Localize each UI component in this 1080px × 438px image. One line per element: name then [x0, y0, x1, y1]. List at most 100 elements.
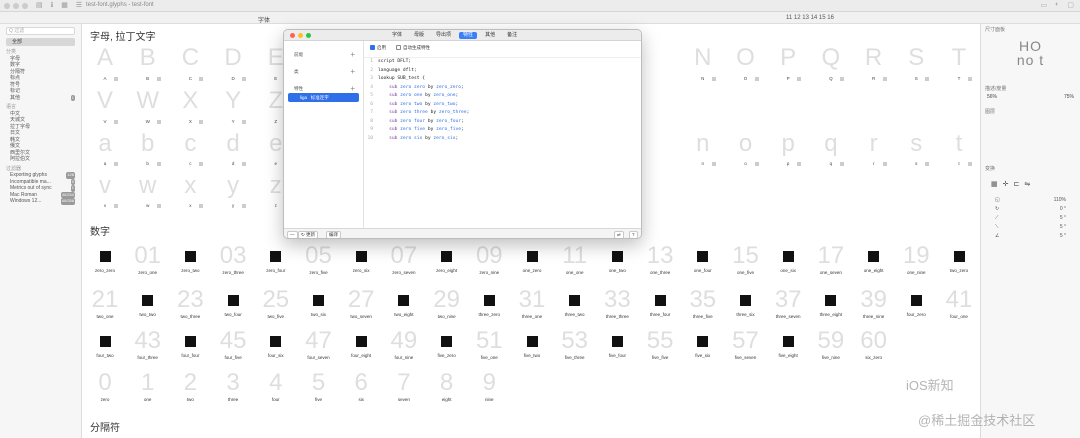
glyph-cell[interactable]: 33 three_three — [596, 286, 638, 328]
glyph-cell[interactable]: 59 five_nine — [810, 327, 852, 369]
glyph-cell[interactable]: 1 one — [127, 369, 169, 411]
grid-view-icon[interactable]: ▦ — [61, 1, 68, 9]
traffic-lights[interactable] — [4, 3, 28, 9]
glyph-cell[interactable]: three_four — [639, 286, 681, 328]
add-icon[interactable]: + — [350, 85, 355, 93]
glyph-cell[interactable]: 19 one_nine — [895, 242, 937, 284]
sidebar-item-all[interactable]: 全部 — [6, 38, 75, 46]
angle-icon[interactable]: ∠ — [995, 232, 999, 241]
glyph-cell[interactable]: 11 one_one — [554, 242, 596, 284]
glyph-cell[interactable]: V — [84, 87, 126, 115]
search-input[interactable]: Q 过滤 — [6, 27, 75, 35]
glyph-cell[interactable]: t — [938, 130, 980, 158]
glyph-cell[interactable]: 17 one_seven — [810, 242, 852, 284]
glyph-cell[interactable]: a — [84, 130, 126, 158]
glyph-cell[interactable]: zero_six — [340, 242, 382, 284]
glyph-cell[interactable]: two_zero — [938, 242, 980, 284]
skew-value[interactable]: 5 ° — [1060, 223, 1066, 232]
glyph-cell[interactable]: four_four — [169, 327, 211, 369]
glyph-cell[interactable]: T — [938, 44, 980, 72]
checkbox-icon[interactable] — [396, 45, 401, 51]
glyph-cell[interactable]: 3 three — [212, 369, 254, 411]
glyph-cell[interactable]: five_four — [596, 327, 638, 369]
glyph-cell[interactable]: 01 zero_one — [127, 242, 169, 284]
glyph-cell[interactable]: D — [212, 44, 254, 72]
angle-value[interactable]: 5 ° — [1060, 232, 1066, 241]
minimize-icon[interactable] — [13, 3, 19, 9]
glyph-cell[interactable]: S — [895, 44, 937, 72]
glyph-cell[interactable]: 37 three_seven — [767, 286, 809, 328]
glyph-cell[interactable]: 5 five — [298, 369, 340, 411]
sidebar-toggle-icon[interactable]: ▤ — [36, 1, 43, 9]
remove-button[interactable]: — — [287, 231, 298, 238]
tab-3[interactable]: 特性 — [459, 32, 478, 39]
glyph-cell[interactable]: Y — [212, 87, 254, 115]
glyph-cell[interactable]: X — [169, 87, 211, 115]
glyph-cell[interactable]: 39 three_nine — [853, 286, 895, 328]
glyph-cell[interactable]: n — [682, 130, 724, 158]
glyph-cell[interactable]: B — [127, 44, 169, 72]
close-icon[interactable] — [290, 33, 295, 38]
glyph-cell[interactable]: four_zero — [895, 286, 937, 328]
glyph-cell[interactable]: three_zero — [468, 286, 510, 328]
glyph-cell[interactable]: zero_zero — [84, 242, 126, 284]
glyph-cell[interactable]: c — [169, 130, 211, 158]
glyph-cell[interactable]: 13 one_three — [639, 242, 681, 284]
glyph-cell[interactable]: three_eight — [810, 286, 852, 328]
glyph-cell[interactable]: d — [212, 130, 254, 158]
glyph-cell[interactable]: 43 four_three — [127, 327, 169, 369]
prefix-row[interactable]: 前缀 + — [284, 51, 363, 59]
glyph-cell[interactable]: 55 five_five — [639, 327, 681, 369]
sidebar-item[interactable]: 阿拉伯文 — [0, 156, 81, 163]
align-icon[interactable]: ▦ — [991, 180, 998, 188]
glyph-cell[interactable]: 07 zero_seven — [383, 242, 425, 284]
help-button[interactable]: ? — [629, 231, 638, 238]
metric-left[interactable]: 56% — [987, 94, 997, 100]
glyph-cell[interactable]: three_six — [725, 286, 767, 328]
transform-icon[interactable]: ⊏ — [1014, 180, 1020, 188]
toggle-icon[interactable]: ⇌ — [614, 231, 624, 238]
toolbar-icon[interactable]: ▢ — [1067, 1, 1074, 9]
skew-icon[interactable]: ⟍ — [995, 223, 999, 232]
add-icon[interactable]: + — [350, 68, 355, 76]
glyph-cell[interactable]: 60 six_zero — [853, 327, 895, 369]
glyph-cell[interactable]: four_two — [84, 327, 126, 369]
glyph-cell[interactable]: 03 zero_three — [212, 242, 254, 284]
glyph-cell[interactable]: 35 three_five — [682, 286, 724, 328]
tab-5[interactable]: 备注 — [503, 32, 521, 39]
feature-item-liga[interactable]: liga 标准连字 — [288, 93, 359, 102]
compile-button[interactable]: 编译 — [326, 231, 341, 238]
scale-value[interactable]: 110% — [1054, 196, 1066, 205]
glyph-cell[interactable]: one_eight — [853, 242, 895, 284]
glyph-cell[interactable]: C — [169, 44, 211, 72]
glyph-cell[interactable]: 4 four — [255, 369, 297, 411]
glyph-cell[interactable]: A — [84, 44, 126, 72]
sidebar-item[interactable]: Windows 12... 40/256 — [0, 198, 81, 205]
glyph-cell[interactable]: s — [895, 130, 937, 158]
tab-4[interactable]: 其他 — [481, 32, 499, 39]
glyph-cell[interactable]: 31 three_one — [511, 286, 553, 328]
glyph-cell[interactable]: p — [767, 130, 809, 158]
glyph-cell[interactable]: four_eight — [340, 327, 382, 369]
checkbox-icon[interactable] — [370, 45, 375, 51]
toolbar-icon[interactable]: ◐ — [1055, 1, 1059, 9]
glyph-cell[interactable]: N — [682, 44, 724, 72]
glyph-cell[interactable]: 6 six — [340, 369, 382, 411]
glyph-cell[interactable]: two_six — [298, 286, 340, 328]
glyph-cell[interactable]: x — [169, 172, 211, 200]
metric-right[interactable]: 75% — [1064, 94, 1074, 100]
update-button[interactable]: ↻ 更新 — [298, 231, 319, 238]
glyph-cell[interactable]: 57 five_seven — [725, 327, 767, 369]
slant-value[interactable]: 5 ° — [1060, 214, 1066, 223]
glyph-cell[interactable]: zero_two — [169, 242, 211, 284]
glyph-cell[interactable]: zero_eight — [426, 242, 468, 284]
glyph-cell[interactable]: 05 zero_five — [298, 242, 340, 284]
glyph-cell[interactable]: five_six — [682, 327, 724, 369]
code-editor[interactable]: 1 script DFLT; 2 language dflt; 3 lookup SUB_… — [364, 57, 641, 143]
tab-1[interactable]: 母版 — [410, 32, 428, 39]
glyph-cell[interactable]: 09 zero_nine — [468, 242, 510, 284]
glyph-cell[interactable]: one_two — [596, 242, 638, 284]
glyph-cell[interactable]: 29 two_nine — [426, 286, 468, 328]
scale-icon[interactable]: ◱ — [995, 196, 1000, 205]
glyph-cell[interactable]: four_six — [255, 327, 297, 369]
